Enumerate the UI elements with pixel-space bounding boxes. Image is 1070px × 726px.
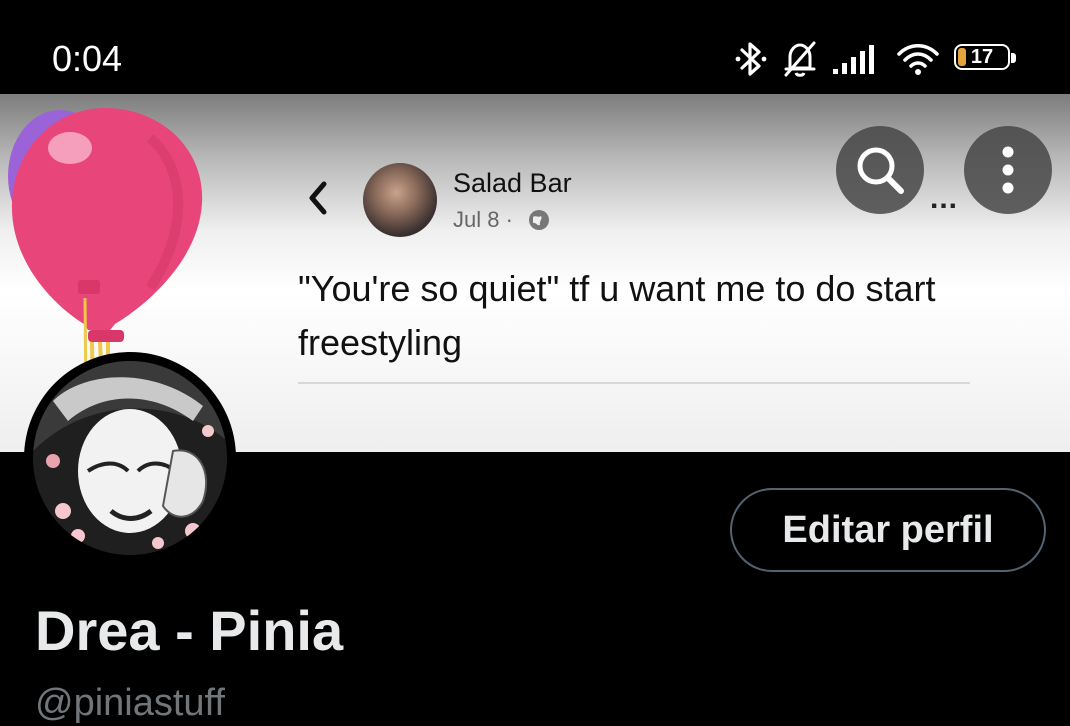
wifi-icon [897, 43, 939, 75]
battery-icon: 17 [954, 44, 1018, 74]
post-divider [298, 382, 970, 384]
search-button[interactable] [836, 126, 924, 214]
bell-off-icon [784, 41, 816, 77]
globe-icon [529, 210, 549, 230]
status-bar: 0:04 17 [0, 0, 1070, 94]
battery-level-text: 17 [970, 46, 994, 68]
status-time: 0:04 [52, 38, 123, 79]
post-date: Jul 8 · [453, 207, 513, 232]
post-text: "You're so quiet" tf u want me to do sta… [298, 268, 936, 363]
bluetooth-icon [735, 42, 767, 76]
search-icon [857, 147, 904, 194]
post-author-name: Salad Bar [453, 168, 572, 198]
profile-display-name: Drea - Pinia [35, 599, 344, 662]
status-icons: 17 [734, 38, 1018, 80]
chevron-left-icon [309, 181, 327, 215]
profile-handle: @piniastuff [35, 682, 225, 724]
edit-profile-button[interactable]: Editar perfil [730, 488, 1046, 572]
post-more-dots: ... [930, 182, 959, 215]
avatar[interactable] [33, 361, 227, 555]
signal-icon [833, 45, 874, 74]
post-author-avatar [363, 163, 437, 237]
more-vertical-icon [1002, 146, 1014, 194]
more-options-button[interactable] [964, 126, 1052, 214]
